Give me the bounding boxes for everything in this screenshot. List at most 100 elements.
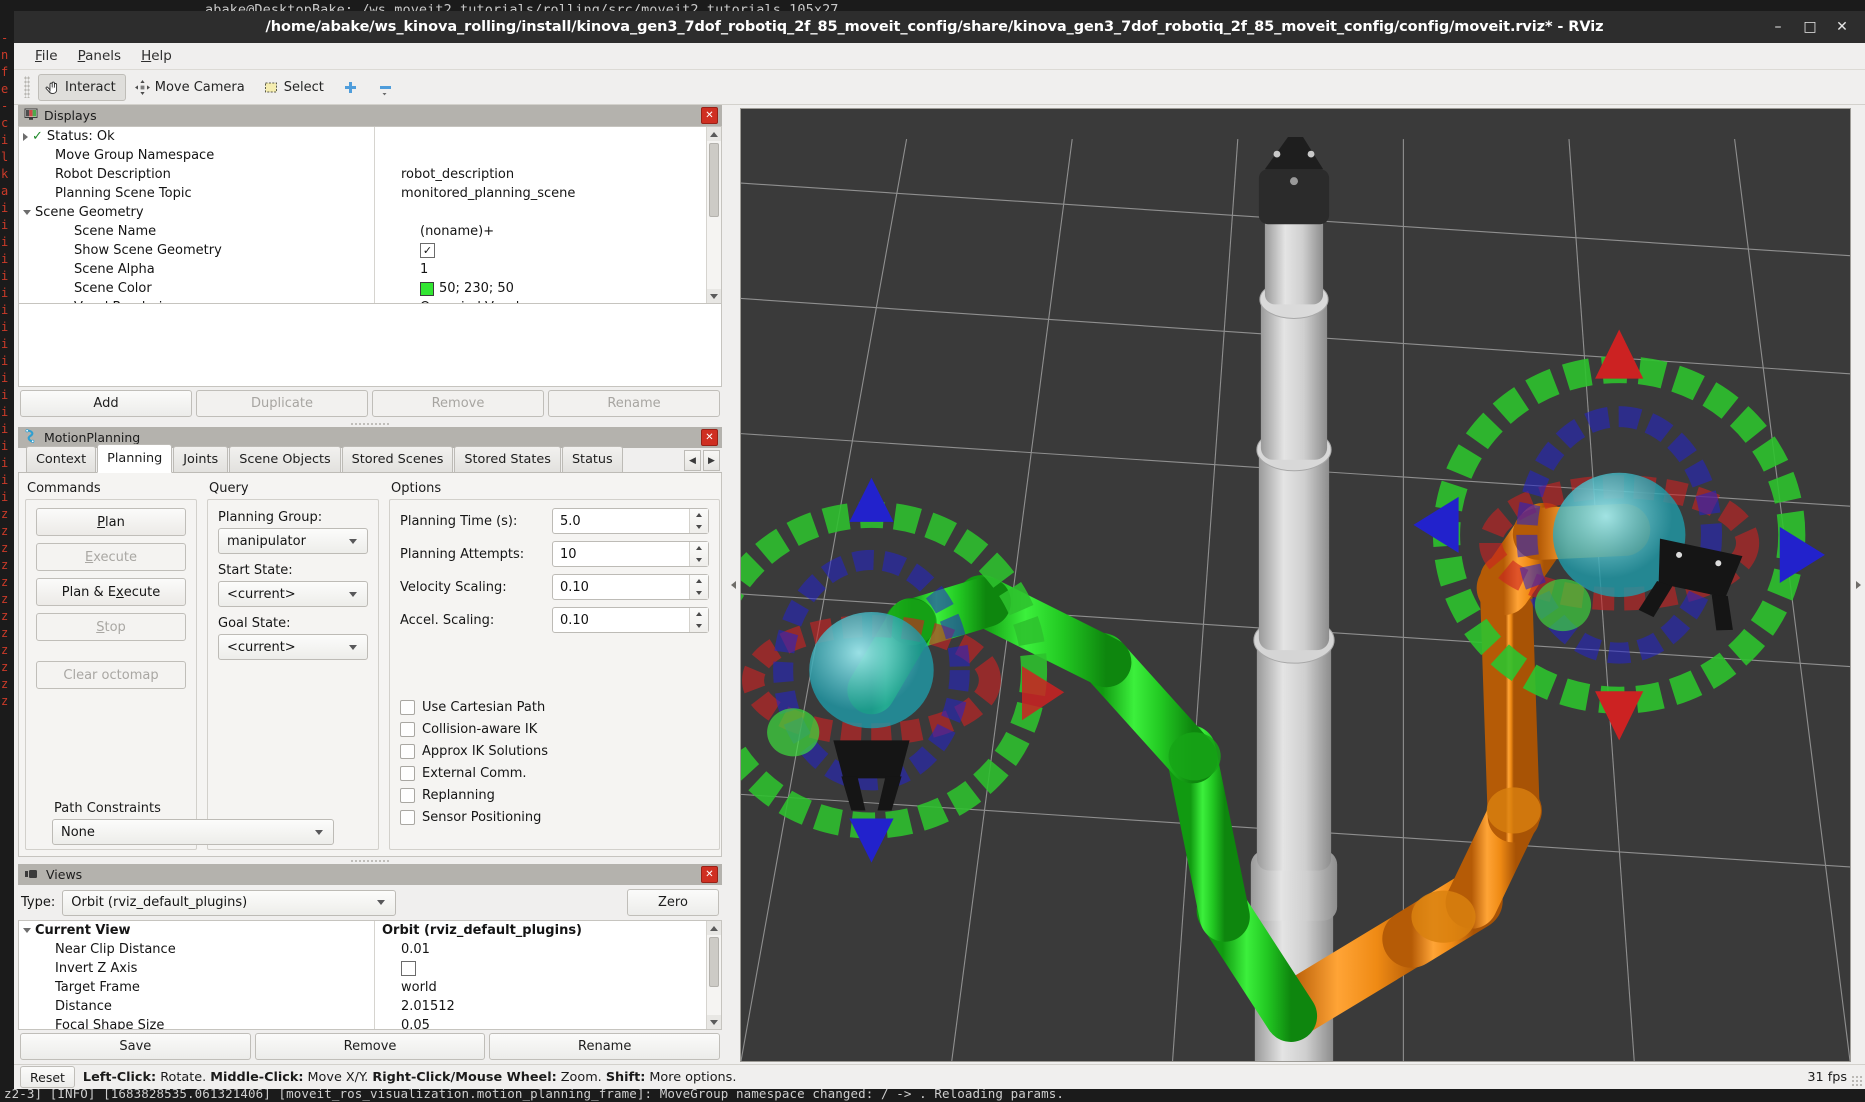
- chevron-down-icon[interactable]: [23, 210, 31, 215]
- start-state-select[interactable]: <current>: [218, 581, 368, 607]
- displays-scroll-up-icon[interactable]: [707, 127, 721, 141]
- plan-button[interactable]: Plan: [36, 508, 186, 536]
- checkbox-box[interactable]: [400, 810, 415, 825]
- checkbox-box[interactable]: [400, 722, 415, 737]
- zero-view-button[interactable]: Zero: [627, 889, 719, 916]
- views-panel-close-icon[interactable]: ✕: [701, 866, 718, 883]
- tool-add-plus[interactable]: [336, 74, 369, 101]
- option-spinner-input[interactable]: 0.10: [552, 574, 709, 600]
- tab-context[interactable]: Context: [26, 446, 97, 472]
- tree-row[interactable]: Scene Name (noname)+: [19, 222, 721, 241]
- spinner-down-icon[interactable]: [690, 620, 708, 632]
- tree-row[interactable]: ✓ Status: Ok: [19, 127, 721, 146]
- tree-row[interactable]: Scene Geometry: [19, 203, 721, 222]
- chevron-down-icon[interactable]: [23, 928, 31, 933]
- tree-row-value-cell[interactable]: [397, 961, 721, 976]
- tool-move-camera[interactable]: Move Camera: [128, 74, 255, 101]
- views-tree-scrollbar[interactable]: [706, 921, 721, 1029]
- close-icon[interactable]: ✕: [1829, 16, 1855, 38]
- option-spinner-input[interactable]: 5.0: [552, 508, 709, 534]
- remove-view-button[interactable]: Remove: [254, 1033, 486, 1060]
- tree-row-value-cell[interactable]: 50; 230; 50: [416, 281, 721, 296]
- spinner-up-icon[interactable]: [690, 509, 708, 521]
- views-scroll-up-icon[interactable]: [707, 921, 721, 935]
- window-resize-grip[interactable]: [1851, 1075, 1863, 1087]
- chevron-right-icon[interactable]: [23, 132, 28, 141]
- spinner-down-icon[interactable]: [690, 554, 708, 566]
- displays-scroll-down-icon[interactable]: [707, 289, 721, 303]
- option-checkbox-use-cartesian-path[interactable]: Use Cartesian Path: [400, 700, 709, 715]
- menu-help[interactable]: Help: [132, 45, 181, 67]
- clear-octomap-button[interactable]: Clear octomap: [36, 661, 186, 689]
- tree-row[interactable]: Focal Shape Size 0.05: [19, 1016, 721, 1029]
- views-property-tree[interactable]: Current View Orbit (rviz_default_plugins)…: [18, 920, 722, 1030]
- left-dock-splitter[interactable]: [726, 105, 740, 1064]
- rename-view-button[interactable]: Rename: [489, 1033, 721, 1060]
- views-scroll-track[interactable]: [707, 935, 721, 1015]
- tree-row-value-cell[interactable]: world: [397, 980, 721, 995]
- checkbox-box[interactable]: [400, 766, 415, 781]
- option-checkbox-approx-ik-solutions[interactable]: Approx IK Solutions: [400, 744, 709, 759]
- tree-row-value-cell[interactable]: 0.01: [397, 942, 721, 957]
- tree-row-value-cell[interactable]: 0.05: [397, 1018, 721, 1029]
- color-swatch[interactable]: [420, 281, 434, 296]
- tree-row[interactable]: Voxel Rendering Occupied Voxels: [19, 298, 721, 303]
- displays-motionplanning-splitter[interactable]: [18, 420, 722, 427]
- motionplanning-views-splitter[interactable]: [18, 857, 722, 864]
- 3d-render-view[interactable]: [740, 108, 1851, 1062]
- spinner-up-icon[interactable]: [690, 608, 708, 620]
- tree-row[interactable]: Distance 2.01512: [19, 997, 721, 1016]
- reset-button[interactable]: Reset: [20, 1066, 75, 1088]
- tree-row[interactable]: Near Clip Distance 0.01: [19, 940, 721, 959]
- rename-display-button[interactable]: Rename: [548, 390, 720, 417]
- toolbar-drag-handle[interactable]: [24, 76, 30, 98]
- tree-row[interactable]: Show Scene Geometry ✓: [19, 241, 721, 260]
- option-checkbox-collision-aware-ik[interactable]: Collision-aware IK: [400, 722, 709, 737]
- checkbox-box[interactable]: [400, 744, 415, 759]
- checkbox-box[interactable]: [400, 700, 415, 715]
- maximize-icon[interactable]: □: [1797, 16, 1823, 38]
- displays-scroll-thumb[interactable]: [709, 143, 719, 217]
- stop-button[interactable]: Stop: [36, 613, 186, 641]
- plan-and-execute-button[interactable]: Plan & Ex ecute: [36, 578, 186, 606]
- tree-row-value-cell[interactable]: ✓: [416, 243, 721, 258]
- tree-row[interactable]: Move Group Namespace: [19, 146, 721, 165]
- tab-scroll-right-icon[interactable]: ▶: [703, 450, 720, 471]
- right-view-splitter[interactable]: [1851, 105, 1865, 1064]
- tree-row-value-cell[interactable]: Occupied Voxels: [416, 300, 721, 303]
- save-view-button[interactable]: Save: [20, 1033, 251, 1060]
- tree-row-value-cell[interactable]: 2.01512: [397, 999, 721, 1014]
- tree-row[interactable]: Invert Z Axis: [19, 959, 721, 978]
- tree-row[interactable]: Current View Orbit (rviz_default_plugins): [19, 921, 721, 940]
- tree-row[interactable]: Planning Scene Topic monitored_planning_s…: [19, 184, 721, 203]
- tree-row[interactable]: Target Frame world: [19, 978, 721, 997]
- tab-stored-scenes[interactable]: Stored Scenes: [341, 446, 454, 472]
- spinner-up-icon[interactable]: [690, 542, 708, 554]
- tab-scroll-left-icon[interactable]: ◀: [684, 450, 701, 471]
- path-constraints-select[interactable]: None: [52, 819, 334, 845]
- duplicate-display-button[interactable]: Duplicate: [196, 390, 368, 417]
- remove-display-button[interactable]: Remove: [372, 390, 544, 417]
- tree-row[interactable]: Scene Color 50; 230; 50: [19, 279, 721, 298]
- option-checkbox-sensor-positioning[interactable]: Sensor Positioning: [400, 810, 709, 825]
- tab-scene-objects[interactable]: Scene Objects: [229, 446, 341, 472]
- menu-file[interactable]: File: [26, 45, 67, 67]
- tab-joints[interactable]: Joints: [173, 446, 229, 472]
- tree-row[interactable]: Scene Alpha 1: [19, 260, 721, 279]
- tree-row-value-cell[interactable]: (noname)+: [416, 224, 721, 239]
- tab-status[interactable]: Status: [561, 446, 623, 472]
- tab-stored-states[interactable]: Stored States: [454, 446, 561, 472]
- views-scroll-down-icon[interactable]: [707, 1015, 721, 1029]
- add-display-button[interactable]: Add: [20, 390, 192, 417]
- tool-select[interactable]: Select: [257, 74, 334, 101]
- tree-row[interactable]: Robot Description robot_description: [19, 165, 721, 184]
- tool-remove-minus[interactable]: [371, 74, 404, 101]
- option-spinner-input[interactable]: 0.10: [552, 607, 709, 633]
- tab-planning[interactable]: Planning: [97, 444, 173, 473]
- option-checkbox-external-comm-[interactable]: External Comm.: [400, 766, 709, 781]
- tree-row-checkbox[interactable]: ✓: [420, 243, 435, 258]
- checkbox-box[interactable]: [400, 788, 415, 803]
- spinner-down-icon[interactable]: [690, 587, 708, 599]
- tree-row-value-cell[interactable]: robot_description: [397, 167, 721, 182]
- tree-row-checkbox[interactable]: [401, 961, 416, 976]
